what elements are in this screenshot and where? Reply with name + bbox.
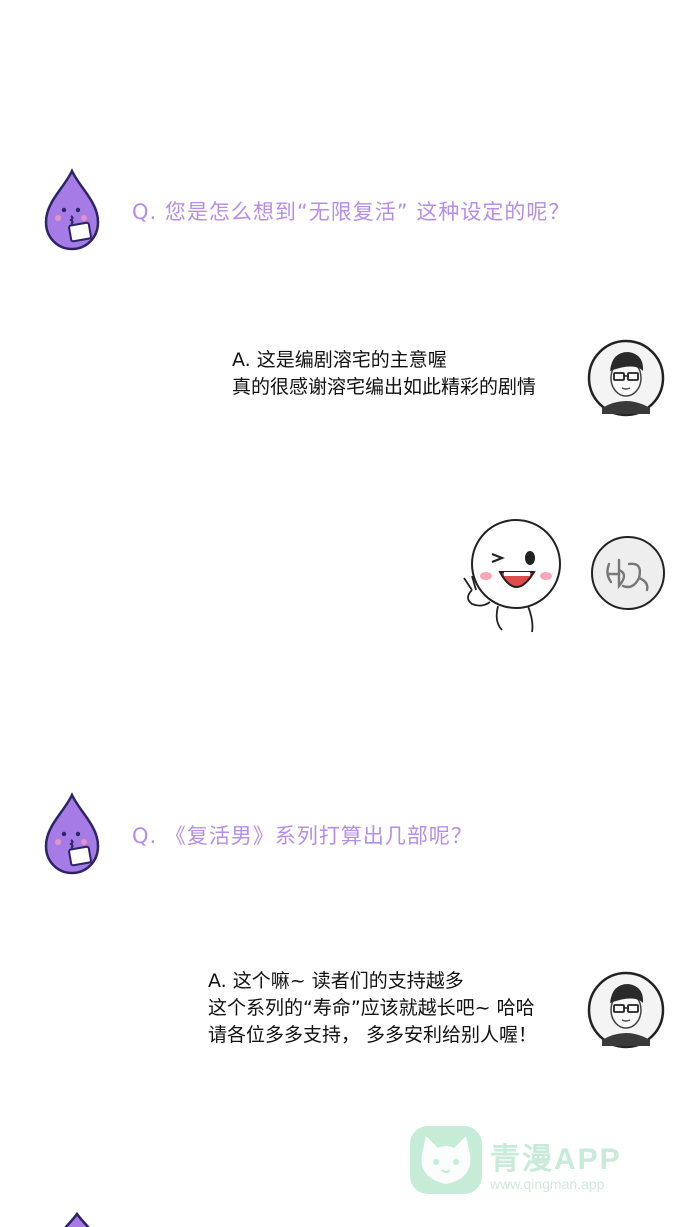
answer-2-line-3: 请各位多多支持， 多多安利给别人喔！ <box>208 1024 538 1046</box>
moon-character-v-sign-icon <box>458 518 566 634</box>
watermark-name: 青漫APP <box>490 1143 622 1176</box>
answer-2: A. 这个嘛~ 读者们的支持越多 这个系列的“寿命”应该就越长吧~ 哈哈 请各位… <box>208 968 537 1049</box>
author-avatar-icon <box>586 338 666 418</box>
answer-2-line-1: A. 这个嘛~ 读者们的支持越多 <box>208 970 464 992</box>
answer-1-line-1: A. 这是编剧溶宅的主意喔 <box>232 349 447 371</box>
answer-1-line-2: 真的很感谢溶宅编出如此精彩的剧情 <box>232 376 537 398</box>
signature-stamp-icon <box>589 534 667 612</box>
question-1: Q. 您是怎么想到“无限复活” 这种设定的呢？ <box>132 200 571 224</box>
purple-drop-mascot-icon <box>42 168 102 252</box>
answer-1: A. 这是编剧溶宅的主意喔 真的很感谢溶宅编出如此精彩的剧情 <box>232 347 536 401</box>
watermark-cat-logo-icon <box>408 1124 484 1196</box>
answer-2-line-2: 这个系列的“寿命”应该就越长吧~ 哈哈 <box>208 997 535 1019</box>
question-2: Q. 《复活男》系列打算出几部呢？ <box>132 824 473 848</box>
purple-drop-mascot-icon <box>52 1212 102 1227</box>
author-avatar-icon <box>586 970 666 1050</box>
watermark-url: www.qingman.app <box>490 1176 605 1192</box>
purple-drop-mascot-icon <box>42 792 102 876</box>
